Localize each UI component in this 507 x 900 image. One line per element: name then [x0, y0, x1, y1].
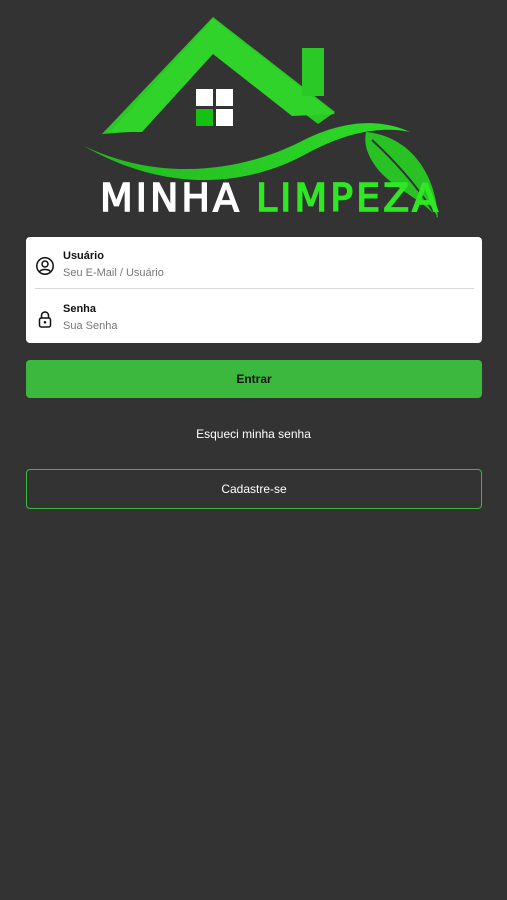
- logo-word-limpeza: LIMPEZA: [255, 175, 442, 221]
- password-field: Senha: [26, 290, 482, 342]
- app-logo: MINHA LIMPEZA: [80, 14, 440, 224]
- password-input[interactable]: [63, 318, 463, 334]
- login-card: Usuário Senha: [26, 237, 482, 343]
- login-button[interactable]: Entrar: [26, 360, 482, 398]
- register-button[interactable]: Cadastre-se: [26, 469, 482, 509]
- logo-wordmark: MINHA LIMPEZA: [99, 175, 442, 221]
- user-circle-icon: [36, 257, 54, 275]
- lock-icon: [38, 311, 52, 328]
- logo-word-minha: MINHA: [99, 175, 242, 221]
- field-divider: [35, 288, 474, 289]
- username-label: Usuário: [63, 250, 104, 262]
- password-label: Senha: [63, 303, 97, 315]
- forgot-password-link[interactable]: Esqueci minha senha: [0, 426, 507, 442]
- login-screen: MINHA LIMPEZA Usuário Senha Entrar Esquec…: [0, 0, 507, 900]
- username-field: Usuário: [26, 237, 482, 289]
- username-input[interactable]: [63, 265, 463, 281]
